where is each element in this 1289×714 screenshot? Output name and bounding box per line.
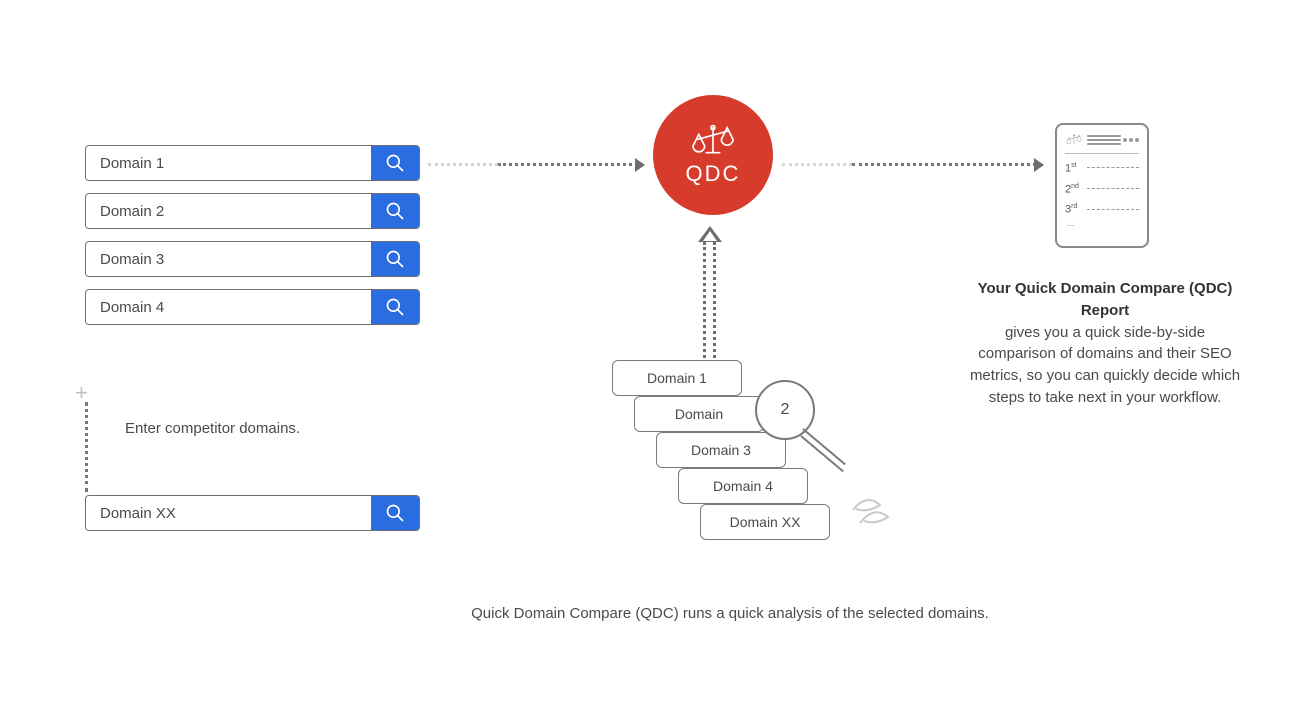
domain-input-label: Domain XX [86, 496, 371, 530]
rank-row: 1st [1065, 162, 1139, 175]
diagram-canvas: Domain 1 Domain 2 Domain 3 Domain 4 + En… [0, 0, 1289, 714]
stack-card: Domain 4 [678, 468, 808, 504]
rank-row: 3rd [1065, 203, 1139, 216]
qdc-label: QDC [686, 161, 741, 187]
report-title: Your Quick Domain Compare (QDC) Report [978, 280, 1233, 319]
rank-row: 2nd [1065, 183, 1139, 196]
search-button[interactable] [371, 290, 419, 324]
report-body: gives you a quick side-by-side compariso… [970, 324, 1240, 406]
rank-suffix: nd [1071, 183, 1079, 190]
domain-input-row-3[interactable]: Domain 3 [85, 241, 420, 277]
search-button[interactable] [371, 194, 419, 228]
search-icon [385, 201, 405, 221]
stack-caption: Quick Domain Compare (QDC) runs a quick … [430, 605, 1030, 622]
domain-inputs: Domain 1 Domain 2 Domain 3 Domain 4 [85, 145, 420, 337]
domain-input-label: Domain 4 [86, 290, 371, 324]
search-icon [385, 297, 405, 317]
search-icon [385, 153, 405, 173]
domain-input-row-1[interactable]: Domain 1 [85, 145, 420, 181]
magnifier: 2 [755, 380, 815, 440]
card-label: Domain 1 [647, 370, 707, 386]
qdc-node: QDC [653, 95, 773, 215]
card-label: Domain 4 [713, 478, 773, 494]
magnified-value: 2 [781, 401, 790, 419]
search-icon [385, 249, 405, 269]
magnifier-handle [800, 435, 843, 472]
rank-suffix: rd [1071, 203, 1077, 210]
arrow-qdc-to-report [782, 163, 1042, 165]
stack-card: Domain [634, 396, 764, 432]
swoosh-icon [848, 485, 908, 540]
scales-icon [1065, 133, 1083, 147]
ellipsis: ... [1067, 218, 1139, 228]
magnifier-handle [802, 428, 845, 465]
window-dots-icon [1121, 138, 1139, 142]
domain-input-row-2[interactable]: Domain 2 [85, 193, 420, 229]
domain-input-row-xx[interactable]: Domain XX [85, 495, 420, 531]
stack-card: Domain 1 [612, 360, 742, 396]
domain-input-label: Domain 3 [86, 242, 371, 276]
arrow-inputs-to-qdc [428, 163, 643, 165]
domain-input-last: Domain XX [85, 495, 420, 543]
search-button[interactable] [371, 146, 419, 180]
domain-input-label: Domain 1 [86, 146, 371, 180]
arrow-stack-to-qdc [700, 228, 720, 358]
search-button[interactable] [371, 496, 419, 530]
card-label: Domain [675, 406, 723, 422]
card-label: Domain XX [730, 514, 801, 530]
search-icon [385, 503, 405, 523]
dotted-connector [85, 402, 88, 492]
hint-text: Enter competitor domains. [125, 420, 300, 437]
card-label: Domain 3 [691, 442, 751, 458]
rank-suffix: st [1071, 162, 1076, 169]
report-illustration: 1st 2nd 3rd ... [1055, 123, 1149, 248]
report-description: Your Quick Domain Compare (QDC) Report g… [965, 278, 1245, 409]
scales-icon [688, 123, 738, 159]
search-button[interactable] [371, 242, 419, 276]
header-lines [1087, 133, 1121, 147]
domain-input-row-4[interactable]: Domain 4 [85, 289, 420, 325]
domain-input-label: Domain 2 [86, 194, 371, 228]
stack-card: Domain XX [700, 504, 830, 540]
